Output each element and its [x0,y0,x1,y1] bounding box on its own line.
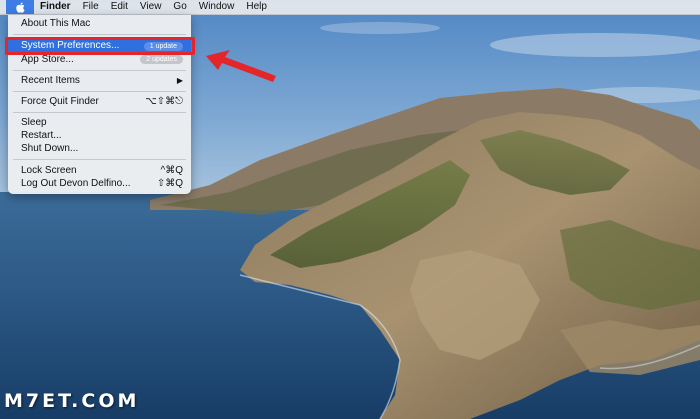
submenu-arrow-icon: ▶ [176,76,183,85]
menu-item-label: Sleep [21,117,47,128]
menu-window[interactable]: Window [193,0,241,14]
menu-item-label: Log Out Devon Delfino... [21,178,131,189]
menu-go[interactable]: Go [167,0,192,14]
keyboard-shortcut: ^⌘Q [160,165,183,176]
apple-menu-button[interactable] [6,0,34,14]
menu-item-label: Lock Screen [21,165,77,176]
menu-bar: Finder File Edit View Go Window Help [0,0,700,15]
menu-item-label: Shut Down... [21,143,79,154]
menu-separator [13,70,186,71]
annotation-arrow-icon [206,50,276,82]
annotation-highlight-box [5,37,195,55]
keyboard-shortcut: ⌥⇧⌘⎋ [145,96,183,107]
menu-item-restart[interactable]: Restart... [8,129,191,142]
menu-item-log-out[interactable]: Log Out Devon Delfino... ⇧⌘Q [8,177,191,190]
desktop-screen: Finder File Edit View Go Window Help Abo… [0,0,700,419]
menu-item-force-quit[interactable]: Force Quit Finder ⌥⇧⌘⎋ [8,95,191,108]
menu-item-shut-down[interactable]: Shut Down... [8,142,191,155]
menu-finder[interactable]: Finder [34,0,77,14]
menu-file[interactable]: File [77,0,105,14]
menu-help[interactable]: Help [240,0,273,14]
menu-item-lock-screen[interactable]: Lock Screen ^⌘Q [8,164,191,177]
keyboard-shortcut: ⇧⌘Q [156,178,183,189]
menu-item-label: App Store... [21,54,74,65]
menu-separator [13,34,186,35]
menu-item-label: Force Quit Finder [21,96,99,107]
menu-separator [13,112,186,113]
apple-logo-icon [15,1,25,13]
menu-item-about-this-mac[interactable]: About This Mac [8,17,191,30]
menu-edit[interactable]: Edit [105,0,134,14]
menu-item-recent-items[interactable]: Recent Items ▶ [8,74,191,87]
update-badge: 2 updates [140,55,183,64]
menu-item-sleep[interactable]: Sleep [8,116,191,129]
menu-view[interactable]: View [134,0,168,14]
menu-item-label: Recent Items [21,75,80,86]
menu-item-label: About This Mac [21,18,91,29]
menu-separator [13,91,186,92]
watermark-logo: M7ET.COM [4,390,140,412]
menu-separator [13,159,186,160]
menu-item-label: Restart... [21,130,62,141]
